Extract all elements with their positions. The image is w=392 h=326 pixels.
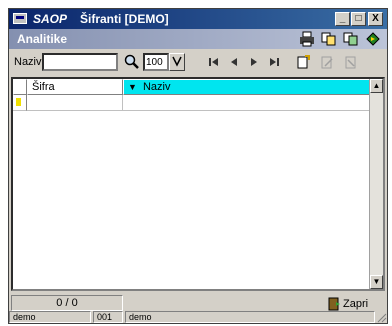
window-title: Šifranti [DEMO] xyxy=(80,12,169,26)
title-bar[interactable]: SAOP Šifranti [DEMO] _ □ X xyxy=(9,9,387,29)
new-record-icon[interactable] xyxy=(295,55,311,69)
edit-record-icon[interactable] xyxy=(319,55,335,69)
record-limit-input[interactable] xyxy=(143,53,169,71)
status-bar: demo 001 demo xyxy=(9,311,387,323)
first-record-icon[interactable] xyxy=(207,55,221,69)
row-indicator-cell xyxy=(13,95,27,111)
record-counter: 0 / 0 xyxy=(11,295,123,311)
status-company-name: demo xyxy=(125,311,375,323)
scroll-up-icon[interactable]: ▲ xyxy=(370,79,383,93)
exit-icon[interactable] xyxy=(365,31,381,47)
scroll-down-icon[interactable]: ▼ xyxy=(370,275,383,289)
app-name: SAOP xyxy=(33,12,68,26)
delete-record-icon[interactable] xyxy=(343,55,359,69)
module-title: Analitike xyxy=(17,32,68,46)
toolbar: Naziv xyxy=(9,49,387,75)
close-door-icon xyxy=(327,297,341,311)
app-icon[interactable] xyxy=(13,13,27,24)
print-icon[interactable] xyxy=(299,31,315,47)
search-label: Naziv xyxy=(14,56,42,68)
table-cell-naziv[interactable] xyxy=(123,95,371,111)
status-company-code: 001 xyxy=(93,311,123,323)
close-window-button[interactable]: X xyxy=(368,12,383,26)
search-input[interactable] xyxy=(42,53,118,71)
column-label-sifra: Šifra xyxy=(32,81,55,93)
status-user: demo xyxy=(9,311,91,323)
data-grid[interactable]: Šifra ▼ Naziv ▲ ▼ xyxy=(11,77,385,291)
module-header: Analitike xyxy=(9,29,387,49)
sort-descending-icon: ▼ xyxy=(128,82,137,92)
next-record-icon[interactable] xyxy=(247,55,261,69)
app-window: SAOP Šifranti [DEMO] _ □ X Analitike Naz… xyxy=(8,8,388,324)
limit-spin-icon[interactable] xyxy=(169,53,185,71)
column-header-naziv[interactable]: ▼ Naziv xyxy=(123,79,371,95)
previous-record-icon[interactable] xyxy=(227,55,241,69)
copy-icon[interactable] xyxy=(321,31,337,47)
duplicate-icon[interactable] xyxy=(343,31,359,47)
last-record-icon[interactable] xyxy=(267,55,281,69)
column-label-naziv: Naziv xyxy=(142,81,171,93)
close-button-label: Zapri xyxy=(343,298,369,310)
row-indicator-header xyxy=(13,79,27,95)
resize-grip-icon[interactable] xyxy=(375,311,387,323)
search-icon[interactable] xyxy=(124,54,140,70)
column-header-sifra[interactable]: Šifra xyxy=(27,79,123,95)
vertical-scrollbar[interactable]: ▲ ▼ xyxy=(369,79,383,289)
maximize-button[interactable]: □ xyxy=(351,12,366,26)
current-row-marker xyxy=(16,98,21,106)
table-cell-sifra[interactable] xyxy=(27,95,123,111)
minimize-button[interactable]: _ xyxy=(335,12,350,26)
